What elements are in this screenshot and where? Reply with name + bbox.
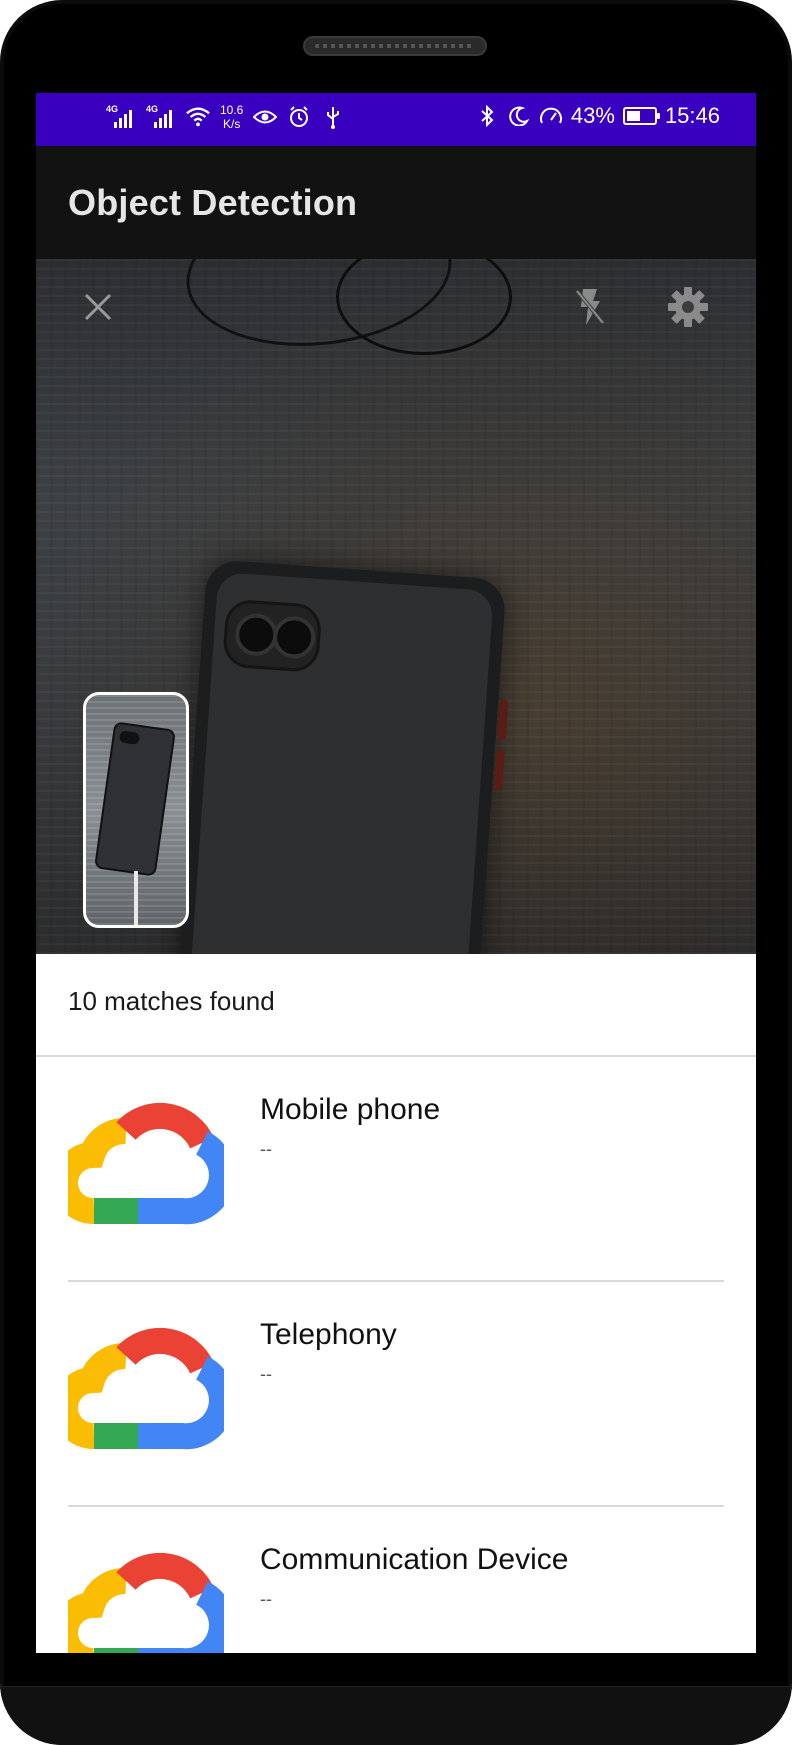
usb-icon [321,105,345,129]
phone-chin [0,1686,792,1745]
status-left: 4G 4G 10.6 K/s [106,103,345,131]
google-cloud-logo-icon [68,1552,224,1653]
signal-icon: 4G [106,104,136,130]
alarm-icon [287,105,311,129]
detected-object-thumbnail[interactable] [83,692,189,928]
cable-image-2 [336,259,512,355]
app-bar: Object Detection [36,146,756,259]
result-name: Telephony [260,1318,397,1351]
network-speed-value: 10.6 [220,103,244,117]
gear-icon [668,287,708,327]
results-list: Mobile phone -- Telephony -- Communicati… [36,1057,756,1653]
result-detail: -- [260,1139,272,1159]
result-detail: -- [260,1364,272,1384]
camera-preview [36,259,756,954]
status-bar: 4G 4G 10.6 K/s 43% 15:46 [36,93,756,146]
list-item[interactable]: Telephony -- [36,1282,756,1507]
close-button[interactable] [76,285,120,329]
google-cloud-logo-icon [68,1327,224,1450]
result-name: Mobile phone [260,1093,441,1126]
app-title: Object Detection [68,182,358,223]
clock-time: 15:46 [664,103,720,128]
match-count: 10 matches found [68,986,275,1016]
speedometer-icon [539,104,563,128]
flash-toggle-button[interactable] [566,283,614,331]
detected-phone-image [175,559,509,954]
results-panel: 10 matches found Mobile phone -- Telepho… [36,954,756,1653]
battery-icon [622,107,660,125]
status-right: 43% 15:46 [475,103,720,129]
result-name: Communication Device [260,1543,569,1576]
screen: 4G 4G 10.6 K/s 43% 15:46 Object Detectio… [36,93,756,1653]
result-detail: -- [260,1589,272,1609]
flash-off-icon [575,289,605,325]
earpiece-speaker [303,36,487,56]
phone-frame: 4G 4G 10.6 K/s 43% 15:46 Object Detectio… [0,0,792,1745]
list-item[interactable]: Communication Device -- [36,1507,756,1653]
bluetooth-icon [475,104,499,128]
close-icon [84,293,112,321]
google-cloud-logo-icon [68,1102,224,1225]
list-item[interactable]: Mobile phone -- [36,1057,756,1282]
wifi-icon [186,105,210,129]
moon-icon [507,104,531,128]
battery-percentage: 43% [570,103,615,128]
eye-icon [253,105,278,129]
network-speed-unit: K/s [223,117,241,131]
signal-icon-2: 4G [146,104,176,130]
network-speed: 10.6 K/s [220,103,243,131]
settings-button[interactable] [662,281,714,333]
